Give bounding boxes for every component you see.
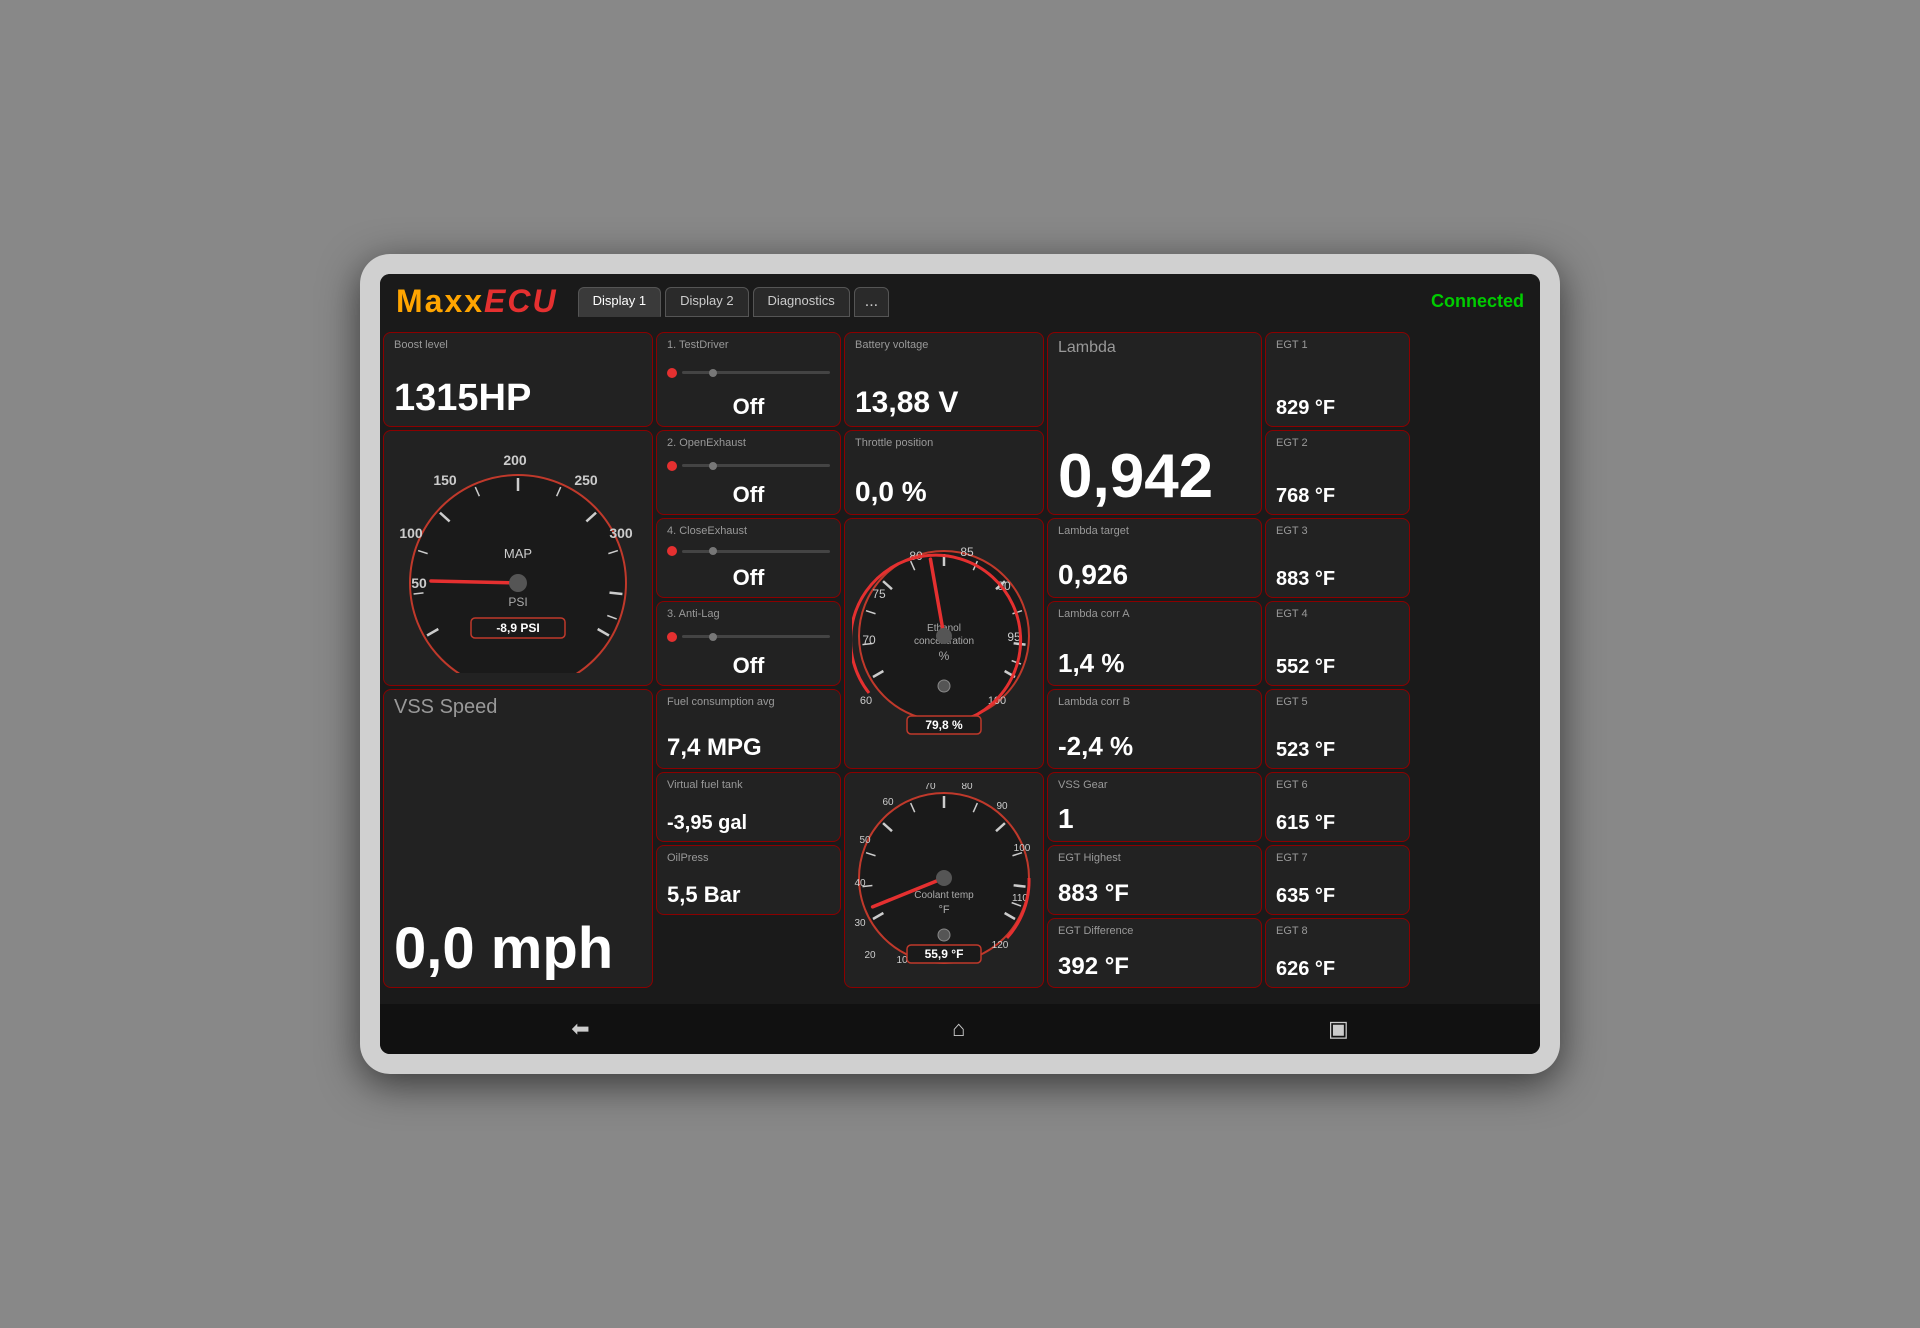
lambda-target-cell: Lambda target 0,926 — [1047, 518, 1262, 598]
svg-text:PSI: PSI — [508, 595, 527, 609]
oil-press-cell: OilPress 5,5 Bar — [656, 845, 841, 915]
home-button[interactable]: ⌂ — [952, 1016, 965, 1042]
svg-text:90: 90 — [996, 801, 1008, 812]
egt4-cell: EGT 4 552 °F — [1265, 601, 1410, 686]
ethanol-gauge-cell: 70 75 80 85 90 95 100 60 Ethanol concent… — [844, 518, 1044, 769]
vss-gear-cell: VSS Gear 1 — [1047, 772, 1262, 842]
svg-text:%: % — [938, 649, 949, 663]
egt7-cell: EGT 7 635 °F — [1265, 845, 1410, 915]
svg-text:70: 70 — [862, 633, 876, 647]
svg-text:60: 60 — [859, 695, 871, 707]
svg-text:100: 100 — [1013, 843, 1030, 854]
tab-display2[interactable]: Display 2 — [665, 287, 748, 317]
svg-text:°F: °F — [938, 904, 949, 916]
svg-text:250: 250 — [574, 472, 598, 488]
svg-text:55,9 °F: 55,9 °F — [924, 947, 963, 961]
svg-text:120: 120 — [991, 940, 1008, 951]
lambda-big-cell: Lambda 0,942 — [1047, 332, 1262, 515]
egt5-cell: EGT 5 523 °F — [1265, 689, 1410, 769]
egt-difference-cell: EGT Difference 392 °F — [1047, 918, 1262, 988]
svg-text:50: 50 — [859, 835, 871, 846]
svg-text:75: 75 — [872, 587, 886, 601]
tab-diagnostics[interactable]: Diagnostics — [753, 287, 850, 317]
recents-button[interactable]: ▣ — [1328, 1016, 1349, 1042]
back-button[interactable]: ⬅ — [571, 1016, 589, 1042]
egt1-cell: EGT 1 829 °F — [1265, 332, 1410, 427]
connection-status: Connected — [1431, 291, 1524, 312]
svg-text:85: 85 — [960, 545, 974, 559]
header: MaxxECU Display 1 Display 2 Diagnostics … — [380, 274, 1540, 329]
svg-text:79,8 %: 79,8 % — [925, 718, 963, 732]
throttle-position-cell: Throttle position 0,0 % — [844, 430, 1044, 515]
svg-text:300: 300 — [609, 525, 633, 541]
logo-ecu: ECU — [484, 283, 558, 319]
boost-cell: Boost level 1315HP — [383, 332, 653, 427]
coolant-gauge-cell: 40 50 60 70 80 90 100 110 120 30 20 10 0… — [844, 772, 1044, 988]
lambda-corr-b-cell: Lambda corr B -2,4 % — [1047, 689, 1262, 769]
tab-display1[interactable]: Display 1 — [578, 287, 661, 317]
virtual-fuel-cell: Virtual fuel tank -3,95 gal — [656, 772, 841, 842]
anti-lag-cell: 3. Anti-Lag Off — [656, 601, 841, 686]
svg-text:150: 150 — [433, 472, 457, 488]
fuel-cons-cell: Fuel consumption avg 7,4 MPG — [656, 689, 841, 769]
open-exhaust-cell: 2. OpenExhaust Off — [656, 430, 841, 515]
map-gauge: 50 100 150 200 250 300 MAP PSI -8,9 PSI — [393, 443, 643, 673]
svg-text:MAP: MAP — [504, 546, 532, 561]
test-driver-cell: 1. TestDriver Off — [656, 332, 841, 427]
bottom-navigation: ⬅ ⌂ ▣ — [380, 1004, 1540, 1054]
egt8-cell: EGT 8 626 °F — [1265, 918, 1410, 988]
egt-highest-cell: EGT Highest 883 °F — [1047, 845, 1262, 915]
tab-bar: Display 1 Display 2 Diagnostics ... — [578, 287, 1431, 317]
svg-text:40: 40 — [854, 878, 866, 889]
egt3-cell: EGT 3 883 °F — [1265, 518, 1410, 598]
egt6-cell: EGT 6 615 °F — [1265, 772, 1410, 842]
main-dashboard: Boost level 1315HP — [380, 329, 1540, 1004]
svg-text:Coolant temp: Coolant temp — [914, 890, 974, 901]
svg-text:60: 60 — [882, 797, 894, 808]
svg-text:100: 100 — [399, 525, 423, 541]
egt2-cell: EGT 2 768 °F — [1265, 430, 1410, 515]
battery-voltage-cell: Battery voltage 13,88 V — [844, 332, 1044, 427]
tab-more[interactable]: ... — [854, 287, 889, 317]
close-exhaust-cell: 4. CloseExhaust Off — [656, 518, 841, 598]
coolant-gauge-svg: 40 50 60 70 80 90 100 110 120 30 20 10 0… — [852, 783, 1037, 978]
svg-text:80: 80 — [961, 783, 973, 792]
svg-text:-8,9 PSI: -8,9 PSI — [496, 621, 539, 635]
svg-text:50: 50 — [411, 575, 427, 591]
svg-text:20: 20 — [864, 950, 876, 961]
ethanol-gauge-svg: 70 75 80 85 90 95 100 60 Ethanol concent… — [852, 526, 1037, 761]
logo-maxx: Maxx — [396, 283, 484, 319]
svg-text:200: 200 — [503, 452, 527, 468]
lambda-corr-a-cell: Lambda corr A 1,4 % — [1047, 601, 1262, 686]
app-logo: MaxxECU — [396, 283, 558, 320]
svg-text:70: 70 — [924, 783, 936, 792]
svg-text:30: 30 — [854, 918, 866, 929]
map-gauge-cell: 50 100 150 200 250 300 MAP PSI -8,9 PSI — [383, 430, 653, 686]
vss-speed-cell: VSS Speed 0,0 mph — [383, 689, 653, 988]
